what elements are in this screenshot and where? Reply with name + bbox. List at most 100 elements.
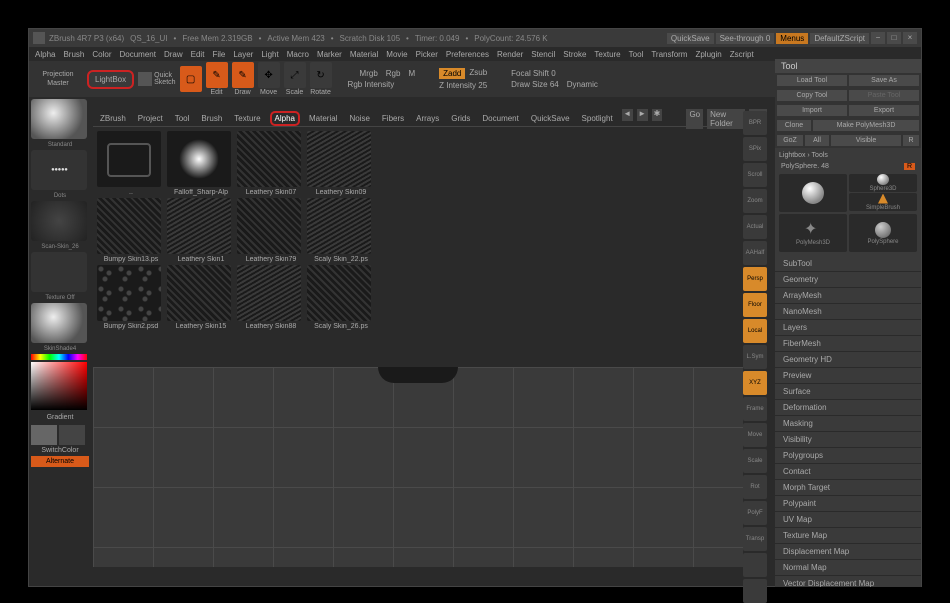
right-tool-btn18[interactable] (743, 579, 767, 603)
copy-tool-button[interactable]: Copy Tool (777, 90, 847, 101)
lightbox-item[interactable]: Leathery Skin09 (307, 131, 375, 196)
rgb-button[interactable]: Rgb (386, 69, 401, 78)
menu-stencil[interactable]: Stencil (531, 50, 555, 59)
tool-section-visibility[interactable]: Visibility (775, 432, 921, 448)
menu-light[interactable]: Light (261, 50, 278, 59)
menu-texture[interactable]: Texture (594, 50, 620, 59)
menu-file[interactable]: File (212, 50, 225, 59)
close-button[interactable]: × (903, 32, 917, 44)
tool-icon-1[interactable]: ▢ (180, 66, 202, 92)
focal-shift-slider[interactable]: Focal Shift 0 (511, 69, 598, 78)
menu-preferences[interactable]: Preferences (446, 50, 489, 59)
tool-thumb-polymesh3d[interactable]: ✦PolyMesh3D (779, 214, 847, 252)
menu-document[interactable]: Document (120, 50, 156, 59)
lightbox-item[interactable]: Leathery Skin07 (237, 131, 305, 196)
lightbox-item[interactable]: Leathery Skin1 (167, 198, 235, 263)
menu-picker[interactable]: Picker (416, 50, 438, 59)
r-badge[interactable]: R (904, 163, 915, 170)
tool-section-texture-map[interactable]: Texture Map (775, 528, 921, 544)
rgb-intensity-slider[interactable]: Rgb Intensity (348, 80, 416, 89)
right-tool-polyf[interactable]: PolyF (743, 501, 767, 525)
make-polymesh-button[interactable]: Make PolyMesh3D (813, 120, 919, 131)
lightbox-item[interactable]: .. (97, 131, 165, 196)
lightbox-tab-fibers[interactable]: Fibers (379, 113, 407, 124)
lightbox-tab-quicksave[interactable]: QuickSave (528, 113, 573, 124)
right-tool-spix[interactable]: SPix (743, 137, 767, 161)
tool-section-polypaint[interactable]: Polypaint (775, 496, 921, 512)
lightbox-tab-project[interactable]: Project (135, 113, 166, 124)
zadd-button[interactable]: Zadd (439, 68, 465, 79)
lightbox-item[interactable]: Bumpy Skin13.ps (97, 198, 165, 263)
switch-color-button[interactable]: SwitchColor (31, 447, 89, 454)
menu-brush[interactable]: Brush (63, 50, 84, 59)
right-tool-local[interactable]: Local (743, 319, 767, 343)
tool-section-normal-map[interactable]: Normal Map (775, 560, 921, 576)
lightbox-tab-noise[interactable]: Noise (346, 113, 372, 124)
right-tool-btn17[interactable] (743, 553, 767, 577)
menu-marker[interactable]: Marker (317, 50, 342, 59)
right-tool-lsym[interactable]: L.Sym (743, 345, 767, 369)
alternate-button[interactable]: Alternate (31, 456, 89, 467)
dynamic-button[interactable]: Dynamic (567, 80, 598, 89)
tool-section-uv-map[interactable]: UV Map (775, 512, 921, 528)
lightbox-tab-tool[interactable]: Tool (172, 113, 193, 124)
tool-section-arraymesh[interactable]: ArrayMesh (775, 288, 921, 304)
nav-search-icon[interactable]: ✱ (652, 109, 663, 121)
scale-button[interactable]: ⤢ (284, 62, 306, 88)
lightbox-tools-label[interactable]: Lightbox › Tools (777, 150, 919, 161)
lightbox-tab-alpha[interactable]: Alpha (270, 111, 300, 126)
lightbox-item[interactable]: Scaly Skin_22.ps (307, 198, 375, 263)
lightbox-item[interactable]: Leathery Skin88 (237, 265, 305, 330)
quicksave-button[interactable]: QuickSave (667, 33, 714, 44)
menu-edit[interactable]: Edit (191, 50, 205, 59)
lightbox-item[interactable]: Leathery Skin79 (237, 198, 305, 263)
menu-zscript[interactable]: Zscript (730, 50, 754, 59)
lightbox-tab-arrays[interactable]: Arrays (413, 113, 442, 124)
lightbox-tab-brush[interactable]: Brush (198, 113, 225, 124)
right-tool-scroll[interactable]: Scroll (743, 163, 767, 187)
lightbox-tab-zbrush[interactable]: ZBrush (97, 113, 129, 124)
lightbox-tab-texture[interactable]: Texture (231, 113, 263, 124)
menu-transform[interactable]: Transform (651, 50, 687, 59)
material-slot[interactable] (31, 303, 87, 343)
lightbox-button[interactable]: LightBox (87, 70, 134, 89)
go-button[interactable]: Go (686, 109, 703, 129)
right-tool-transp[interactable]: Transp (743, 527, 767, 551)
menu-alpha[interactable]: Alpha (35, 50, 55, 59)
r-button[interactable]: R (903, 135, 919, 146)
maximize-button[interactable]: □ (887, 32, 901, 44)
menu-material[interactable]: Material (350, 50, 378, 59)
clone-button[interactable]: Clone (777, 120, 811, 131)
lightbox-item[interactable]: Scaly Skin_26.ps (307, 265, 375, 330)
lightbox-tab-grids[interactable]: Grids (448, 113, 473, 124)
tool-section-deformation[interactable]: Deformation (775, 400, 921, 416)
tool-section-geometry[interactable]: Geometry (775, 272, 921, 288)
tool-thumb-sphere3d[interactable]: Sphere3D (849, 174, 917, 192)
tool-section-contact[interactable]: Contact (775, 464, 921, 480)
goz-button[interactable]: GoZ (777, 135, 803, 146)
brush-slot[interactable] (31, 99, 87, 139)
zsub-button[interactable]: Zsub (469, 68, 487, 79)
texture-slot[interactable] (31, 252, 87, 292)
menus-button[interactable]: Menus (776, 33, 808, 44)
move-button[interactable]: ✥ (258, 62, 280, 88)
tool-thumb-simplebrush[interactable]: SimpleBrush (849, 193, 917, 211)
export-button[interactable]: Export (849, 105, 919, 116)
quick-sketch-button[interactable]: QuickSketch (138, 72, 175, 86)
minimize-button[interactable]: − (871, 32, 885, 44)
seethrough-slider[interactable]: See-through 0 (716, 33, 775, 44)
menu-movie[interactable]: Movie (386, 50, 407, 59)
m-button[interactable]: M (408, 69, 415, 78)
rotate-button[interactable]: ↻ (310, 62, 332, 88)
tool-section-masking[interactable]: Masking (775, 416, 921, 432)
nav-prev-icon[interactable]: ◄ (622, 109, 633, 121)
right-tool-move[interactable]: Move (743, 423, 767, 447)
default-zscript[interactable]: DefaultZScript (810, 33, 869, 44)
right-tool-persp[interactable]: Persp (743, 267, 767, 291)
tool-section-morph-target[interactable]: Morph Target (775, 480, 921, 496)
save-as-button[interactable]: Save As (849, 75, 919, 86)
tool-thumb-polysphere2[interactable]: PolySphere (849, 214, 917, 252)
tool-section-vector-displacement-map[interactable]: Vector Displacement Map (775, 576, 921, 587)
stroke-slot[interactable] (31, 150, 87, 190)
menu-layer[interactable]: Layer (233, 50, 253, 59)
